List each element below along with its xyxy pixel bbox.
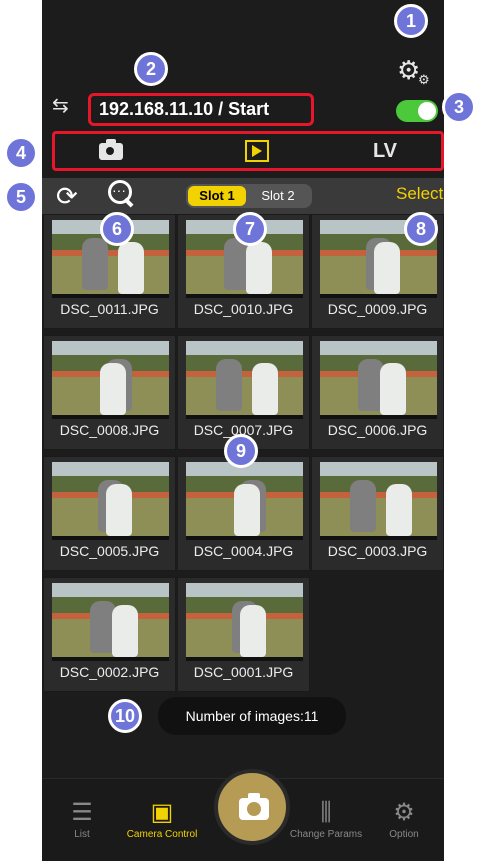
phone-screen: ⚙ ⚙ ⇆ 192.168.11.10 / Start LV ⟳ ··· Slot… (42, 0, 444, 861)
camera-connection-icon[interactable]: ⇆ (52, 93, 82, 123)
image-filename: DSC_0001.JPG (193, 664, 294, 680)
callout-6: 6 (100, 212, 134, 246)
tab-option[interactable]: ⚙ Option (364, 797, 444, 840)
tab-camera-control-label: Camera Control (126, 829, 198, 840)
slot2-button[interactable]: Slot 2 (248, 186, 308, 206)
bottom-tab-bar: ☰ List ▣ Camera Control ⫼ Change Params … (42, 769, 444, 861)
tab-option-label: Option (389, 829, 419, 840)
image-thumbnail[interactable]: DSC_0005.JPG (43, 456, 176, 571)
search-zoom-icon[interactable]: ··· (106, 178, 136, 208)
tab-playback[interactable] (233, 134, 273, 168)
callout-10: 10 (108, 699, 142, 733)
image-filename: DSC_0005.JPG (59, 543, 160, 559)
image-filename: DSC_0010.JPG (193, 301, 294, 317)
tab-change-params-label: Change Params (289, 829, 363, 840)
callout-1: 1 (394, 4, 428, 38)
callout-9: 9 (224, 434, 258, 468)
image-thumbnail[interactable]: DSC_0003.JPG (311, 456, 444, 571)
photo-preview (320, 462, 437, 540)
tab-list[interactable]: ☰ List (42, 797, 122, 840)
connection-toggle[interactable] (396, 100, 438, 122)
slot1-button[interactable]: Slot 1 (188, 186, 246, 206)
photo-preview (52, 583, 169, 661)
photo-preview (186, 462, 303, 540)
callout-5: 5 (4, 180, 38, 214)
photo-preview (186, 341, 303, 419)
image-thumbnail[interactable]: DSC_0008.JPG (43, 335, 176, 450)
tab-camera-control[interactable]: ▣ Camera Control (122, 797, 202, 840)
camera-control-icon: ▣ (150, 799, 174, 826)
image-thumbnail[interactable]: DSC_0002.JPG (43, 577, 176, 692)
select-button[interactable]: Select (396, 184, 443, 204)
toggle-knob (418, 102, 436, 120)
callout-7: 7 (233, 212, 267, 246)
tab-live-view[interactable]: LV (355, 134, 415, 168)
top-bar: ⚙ ⚙ ⇆ 192.168.11.10 / Start LV (42, 0, 444, 185)
shutter-button[interactable] (214, 769, 290, 845)
image-filename: DSC_0011.JPG (60, 301, 159, 317)
playback-icon (245, 140, 269, 162)
image-thumbnail[interactable]: DSC_0001.JPG (177, 577, 310, 692)
photo-preview (52, 462, 169, 540)
refresh-icon[interactable]: ⟳ (56, 182, 78, 210)
callout-3: 3 (442, 90, 476, 124)
tab-remote-photography[interactable] (91, 134, 131, 168)
image-filename: DSC_0006.JPG (327, 422, 428, 438)
image-filename: DSC_0008.JPG (59, 422, 160, 438)
slot-selector: Slot 1 Slot 2 (186, 184, 312, 208)
playback-toolbar: ⟳ ··· Slot 1 Slot 2 Select (42, 178, 444, 214)
photo-preview (320, 341, 437, 419)
mode-tabs: LV (52, 131, 444, 171)
gear-icon: ⚙ (393, 799, 415, 826)
image-thumbnail[interactable]: DSC_0007.JPG (177, 335, 310, 450)
image-filename: DSC_0009.JPG (327, 301, 428, 317)
tab-list-label: List (74, 829, 90, 840)
callout-8: 8 (404, 212, 438, 246)
photo-preview (186, 583, 303, 661)
image-thumbnail[interactable]: DSC_0006.JPG (311, 335, 444, 450)
settings-gear-icon[interactable]: ⚙ ⚙ (397, 55, 431, 87)
shutter-camera-icon (239, 793, 269, 820)
list-icon: ☰ (71, 799, 93, 826)
image-count-label: Number of images:11 (158, 697, 346, 735)
image-filename: DSC_0002.JPG (59, 664, 160, 680)
image-thumbnail[interactable]: DSC_0004.JPG (177, 456, 310, 571)
image-filename: DSC_0003.JPG (327, 543, 428, 559)
camera-icon (99, 139, 123, 160)
sliders-icon: ⫼ (320, 799, 332, 826)
callout-4: 4 (4, 136, 38, 170)
tab-change-params[interactable]: ⫼ Change Params (286, 797, 366, 840)
image-filename: DSC_0004.JPG (193, 543, 294, 559)
connection-status[interactable]: 192.168.11.10 / Start (88, 93, 314, 126)
photo-preview (52, 341, 169, 419)
callout-2: 2 (134, 52, 168, 86)
